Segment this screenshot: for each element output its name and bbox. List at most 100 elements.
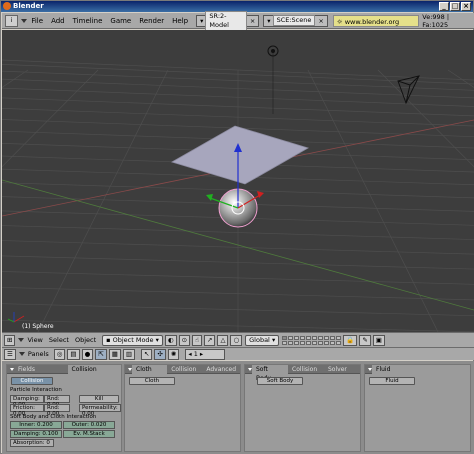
mode-selector-label: Object Mode [112, 335, 154, 344]
layer-button[interactable] [306, 335, 312, 340]
editor-type-icon[interactable]: i [5, 14, 19, 27]
layer-button[interactable] [336, 340, 342, 345]
viewport-editor-type-icon[interactable]: ⊞ [4, 334, 16, 346]
window-title: Blender [13, 2, 44, 10]
inner-field[interactable]: Inner: 0.200 [10, 421, 62, 429]
damping-random-field[interactable]: Rnd: 0.00 [44, 395, 70, 408]
soft-body-toggle[interactable]: Soft Body [257, 377, 303, 385]
render-preview-icon[interactable]: ✎ [359, 334, 371, 346]
menu-timeline[interactable]: Timeline [69, 17, 107, 25]
tab-cloth[interactable]: Cloth [132, 364, 168, 374]
shading-context-icon[interactable]: ● [81, 348, 94, 360]
maximize-button[interactable]: □ [450, 2, 460, 11]
pivot-icon[interactable]: ⊙ [178, 334, 191, 346]
physics-subtab-icon[interactable]: ✣ [154, 348, 166, 360]
rotate-manipulator-icon[interactable]: △ [217, 334, 229, 346]
layer-button[interactable] [336, 335, 342, 340]
tab-soft-body-solver[interactable]: Solver [324, 365, 360, 374]
frame-number-field[interactable]: ◂ 1 ▸ [185, 348, 226, 360]
layer-button[interactable] [282, 340, 288, 345]
menu-add[interactable]: Add [47, 17, 69, 25]
tab-soft-body-collision[interactable]: Collision [288, 365, 324, 374]
opengl-render-icon[interactable]: ▣ [372, 334, 385, 346]
layer-button[interactable] [294, 340, 300, 345]
ev-mstack-toggle[interactable]: Ev. M.Stack [63, 430, 115, 438]
buttons-editor-type-icon[interactable]: ☰ [4, 348, 16, 360]
particles-subtab-icon[interactable]: ✺ [167, 348, 180, 360]
friction-field[interactable]: Friction: 0.00 [10, 404, 44, 417]
cloth-toggle[interactable]: Cloth [129, 377, 175, 385]
layer-button[interactable] [318, 335, 324, 340]
menu-file[interactable]: File [27, 17, 47, 25]
orientation-selector[interactable]: Global ▾ [245, 334, 280, 346]
tab-collision[interactable]: Collision [67, 364, 121, 374]
particle-interaction-heading: Particle Interaction [10, 387, 62, 393]
scale-manipulator-icon[interactable]: ○ [230, 334, 243, 346]
tab-fields[interactable]: Fields [14, 365, 68, 374]
absorption-field[interactable]: Absorption: 0 [10, 439, 54, 447]
layer-button[interactable] [312, 335, 318, 340]
kill-toggle[interactable]: Kill [79, 395, 119, 403]
scene-selector[interactable]: ▾ SCE:Scene × [263, 14, 328, 27]
layer-button[interactable] [318, 340, 324, 345]
script-context-icon[interactable]: ▤ [67, 348, 80, 360]
soft-damping-field[interactable]: Damping: 0.100 [10, 430, 62, 438]
tab-cloth-collision[interactable]: Collision [167, 365, 202, 374]
lock-layers-icon[interactable]: 🔒 [343, 334, 358, 346]
manipulator-toggle-icon[interactable]: ☝ [192, 334, 202, 346]
menu-object[interactable]: Object [72, 336, 99, 344]
tab-cloth-advanced[interactable]: Advanced [202, 365, 240, 374]
layer-button[interactable] [312, 340, 318, 345]
fields-collision-panel: Fields Collision Collision Particle Inte… [6, 364, 122, 452]
mode-selector[interactable]: ▪ Object Mode ▾ [102, 334, 163, 346]
screen-name[interactable]: SR:2-Model [205, 10, 247, 31]
outer-field[interactable]: Outer: 0.020 [63, 421, 115, 429]
permeability-field[interactable]: Permeability: 0.00 [79, 404, 121, 417]
version-url[interactable]: ☼ www.blender.org 248.1 [332, 14, 420, 38]
layer-button[interactable] [300, 340, 306, 345]
menu-help[interactable]: Help [168, 17, 192, 25]
draw-type-icon[interactable]: ◐ [164, 334, 177, 346]
delete-scene-icon[interactable]: × [318, 17, 323, 25]
edit-context-icon[interactable]: ▦ [108, 348, 121, 360]
frame-number: 1 [193, 349, 198, 358]
layer-button[interactable] [288, 335, 294, 340]
menu-select[interactable]: Select [46, 336, 72, 344]
friction-random-field[interactable]: Rnd: 0.00 [44, 404, 70, 417]
collision-toggle[interactable]: Collision [11, 377, 53, 385]
tab-fluid[interactable]: Fluid [372, 364, 470, 374]
menu-view[interactable]: View [24, 336, 45, 344]
layer-button[interactable] [282, 335, 288, 340]
tab-soft-body[interactable]: Soft Body [252, 364, 288, 382]
scene-name[interactable]: SCE:Scene [272, 15, 316, 26]
layer-button[interactable] [306, 340, 312, 345]
layer-button[interactable] [330, 340, 336, 345]
viewport-canvas[interactable] [2, 30, 474, 332]
layer-button[interactable] [300, 335, 306, 340]
damping-field[interactable]: Damping: 0.00 [10, 395, 44, 408]
menu-render[interactable]: Render [135, 17, 168, 25]
translate-manipulator-icon[interactable]: ↗ [204, 334, 216, 346]
scene-context-icon[interactable]: ▥ [122, 348, 136, 360]
layer-button[interactable] [324, 335, 330, 340]
close-button[interactable]: × [461, 2, 471, 11]
layer-button[interactable] [330, 335, 336, 340]
logic-context-icon[interactable]: ◎ [53, 348, 66, 360]
camera-object[interactable] [397, 75, 420, 105]
object-subtab-icon[interactable]: ↖ [141, 348, 153, 360]
object-context-icon[interactable]: ⇱ [95, 348, 107, 360]
screen-selector[interactable]: ▾ SR:2-Model × [196, 10, 260, 31]
minimize-button[interactable]: _ [439, 2, 449, 11]
layer-button[interactable] [294, 335, 300, 340]
fluid-toggle[interactable]: Fluid [369, 377, 415, 385]
layer-buttons[interactable] [282, 335, 342, 345]
scene-stats: Ve:998 | Fa:1025 [422, 12, 450, 29]
3d-viewport[interactable]: (1) Sphere [2, 30, 474, 332]
layer-button[interactable] [324, 340, 330, 345]
info-menubar: i File Add Timeline Game Render Help ▾ SR… [2, 10, 474, 38]
layer-button[interactable] [288, 340, 294, 345]
menu-game[interactable]: Game [106, 17, 135, 25]
physics-panels-area: Fields Collision Collision Particle Inte… [2, 361, 474, 454]
panels-menu[interactable]: Panels [25, 350, 52, 358]
delete-screen-icon[interactable]: × [250, 17, 255, 25]
